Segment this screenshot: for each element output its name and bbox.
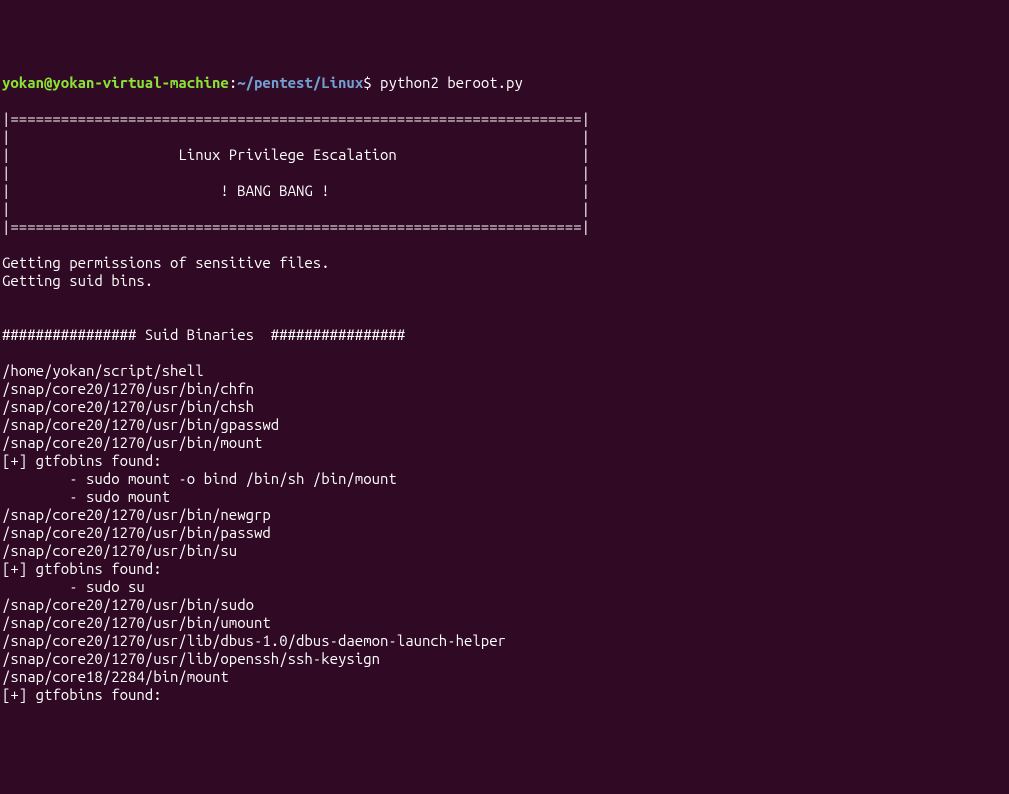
suid-line	[2, 344, 1007, 362]
status-line: Getting suid bins.	[2, 272, 1007, 290]
banner-block: |=======================================…	[2, 92, 1007, 254]
command-text	[372, 74, 380, 91]
prompt-colon: :	[229, 74, 237, 91]
prompt-dollar: $	[363, 74, 371, 91]
suid-line: - sudo mount	[2, 488, 1007, 506]
suid-line: /home/yokan/script/shell	[2, 362, 1007, 380]
suid-line: - sudo mount -o bind /bin/sh /bin/mount	[2, 470, 1007, 488]
suid-line: /snap/core18/2284/bin/mount	[2, 668, 1007, 686]
banner-line	[2, 236, 1007, 254]
banner-line: |=======================================…	[2, 110, 1007, 128]
suid-line: /snap/core20/1270/usr/bin/gpasswd	[2, 416, 1007, 434]
status-block: Getting permissions of sensitive files.G…	[2, 254, 1007, 326]
suid-line: [+] gtfobins found:	[2, 686, 1007, 704]
banner-line: |=======================================…	[2, 218, 1007, 236]
suid-line: /snap/core20/1270/usr/bin/chfn	[2, 380, 1007, 398]
banner-line: | |	[2, 128, 1007, 146]
banner-line: | |	[2, 200, 1007, 218]
status-line	[2, 290, 1007, 308]
prompt-path: ~/pentest/Linux	[237, 74, 363, 91]
status-line: Getting permissions of sensitive files.	[2, 254, 1007, 272]
prompt-user-host: yokan@yokan-virtual-machine	[2, 74, 229, 91]
suid-line: /snap/core20/1270/usr/lib/openssh/ssh-ke…	[2, 650, 1007, 668]
suid-line: [+] gtfobins found:	[2, 452, 1007, 470]
command-value: python2 beroot.py	[380, 74, 523, 91]
prompt-line[interactable]: yokan@yokan-virtual-machine:~/pentest/Li…	[2, 74, 1007, 92]
suid-line: /snap/core20/1270/usr/bin/passwd	[2, 524, 1007, 542]
banner-line: | ! BANG BANG ! |	[2, 182, 1007, 200]
section-header: ################ Suid Binaries #########…	[2, 326, 1007, 344]
banner-line: | |	[2, 164, 1007, 182]
suid-output-block: /home/yokan/script/shell/snap/core20/127…	[2, 344, 1007, 704]
suid-line: - sudo su	[2, 578, 1007, 596]
suid-line: /snap/core20/1270/usr/bin/newgrp	[2, 506, 1007, 524]
status-line	[2, 308, 1007, 326]
suid-line: /snap/core20/1270/usr/bin/chsh	[2, 398, 1007, 416]
suid-line: /snap/core20/1270/usr/bin/mount	[2, 434, 1007, 452]
suid-line: /snap/core20/1270/usr/lib/dbus-1.0/dbus-…	[2, 632, 1007, 650]
banner-line	[2, 92, 1007, 110]
suid-line: /snap/core20/1270/usr/bin/umount	[2, 614, 1007, 632]
suid-line: [+] gtfobins found:	[2, 560, 1007, 578]
suid-line: /snap/core20/1270/usr/bin/su	[2, 542, 1007, 560]
suid-line: /snap/core20/1270/usr/bin/sudo	[2, 596, 1007, 614]
banner-line: | Linux Privilege Escalation |	[2, 146, 1007, 164]
